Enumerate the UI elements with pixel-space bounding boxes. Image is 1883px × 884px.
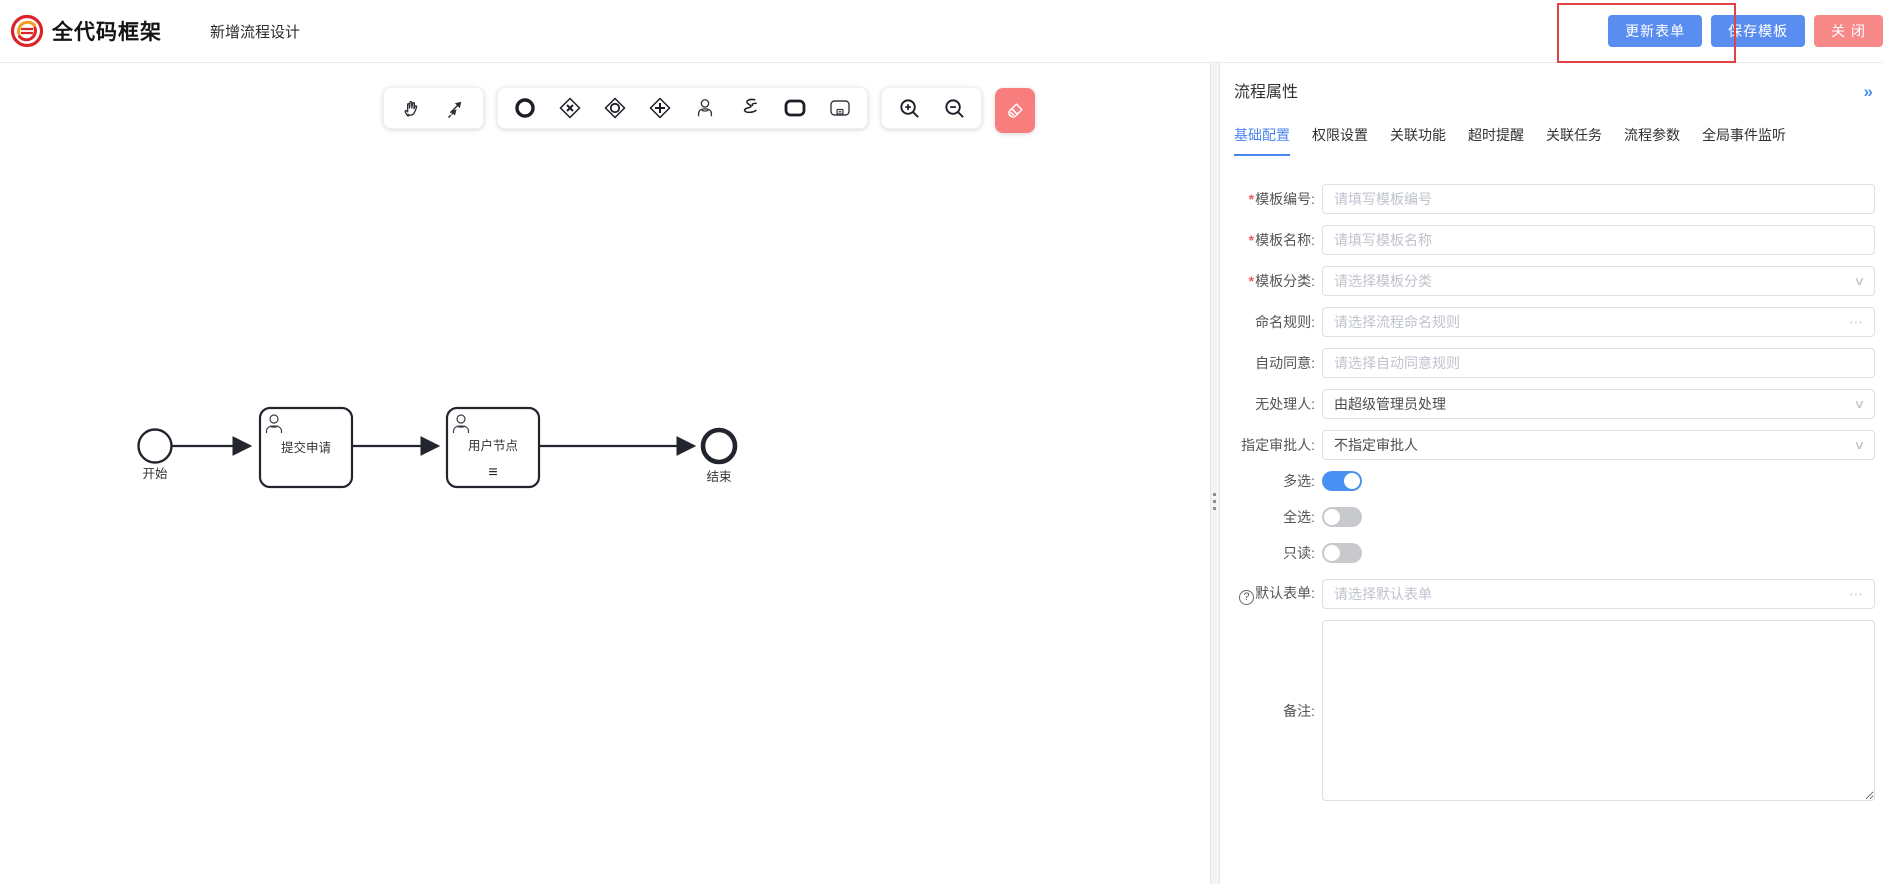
app-logo-icon: [10, 14, 44, 48]
read-only-toggle[interactable]: [1322, 543, 1362, 563]
field-label: ?默认表单:: [1234, 583, 1322, 605]
template-code-input[interactable]: [1322, 184, 1875, 214]
node-label: 提交申请: [281, 440, 331, 455]
diagram-canvas[interactable]: 开始 提交申请 用户节点: [0, 63, 1210, 884]
node-label: 用户节点: [468, 438, 518, 453]
save-template-button[interactable]: 保存模板: [1711, 15, 1805, 47]
field-label: 多选:: [1234, 471, 1322, 491]
remarks-textarea[interactable]: [1322, 620, 1875, 801]
field-label: 命名规则:: [1234, 312, 1322, 332]
chevron-down-icon: ∨: [1853, 274, 1865, 288]
assigned-approver-select[interactable]: 不指定审批人 ∨: [1322, 430, 1875, 460]
field-label: *模板名称:: [1234, 230, 1322, 250]
field-label: 备注:: [1234, 701, 1322, 721]
default-form-picker[interactable]: 请选择默认表单 ⋯: [1322, 579, 1875, 609]
multi-select-toggle[interactable]: [1322, 471, 1362, 491]
template-category-select[interactable]: 请选择模板分类 ∨: [1322, 266, 1875, 296]
node-user-task-submit[interactable]: 提交申请: [260, 408, 352, 487]
tab-global-event-listener[interactable]: 全局事件监听: [1702, 125, 1786, 156]
app-header: 全代码框架 新增流程设计 更新表单 保存模板 关 闭: [0, 0, 1883, 63]
collapse-panel-icon[interactable]: »: [1864, 83, 1873, 100]
app-name: 全代码框架: [52, 16, 162, 46]
field-label: 自动同意:: [1234, 353, 1322, 373]
field-label: *模板分类:: [1234, 271, 1322, 291]
flow-diagram: 开始 提交申请 用户节点: [0, 63, 1210, 884]
panel-title: 流程属性: [1234, 78, 1875, 102]
node-end-event[interactable]: 结束: [703, 430, 735, 484]
field-label: *模板编号:: [1234, 189, 1322, 209]
close-button[interactable]: 关 闭: [1814, 15, 1883, 47]
ellipsis-icon: ⋯: [1849, 586, 1864, 603]
multi-instance-marker-icon: ≡: [488, 464, 497, 481]
select-all-toggle[interactable]: [1322, 507, 1362, 527]
node-start-event[interactable]: 开始: [139, 430, 172, 482]
chevron-down-icon: ∨: [1853, 438, 1865, 452]
naming-rule-picker[interactable]: 请选择流程命名规则 ⋯: [1322, 307, 1875, 337]
properties-panel: 流程属性 » 基础配置 权限设置 关联功能 超时提醒 关联任务 流程参数 全局事…: [1220, 63, 1883, 884]
node-label: 结束: [706, 470, 732, 484]
chevron-down-icon: ∨: [1853, 397, 1865, 411]
panel-tabs: 基础配置 权限设置 关联功能 超时提醒 关联任务 流程参数 全局事件监听: [1234, 125, 1875, 156]
field-label: 无处理人:: [1234, 394, 1322, 414]
ellipsis-icon: ⋯: [1849, 314, 1864, 331]
tab-related-functions[interactable]: 关联功能: [1390, 125, 1446, 156]
tab-process-parameters[interactable]: 流程参数: [1624, 125, 1680, 156]
field-label: 全选:: [1234, 507, 1322, 527]
field-label: 指定审批人:: [1234, 435, 1322, 455]
auto-agree-input[interactable]: [1322, 348, 1875, 378]
field-label: 只读:: [1234, 543, 1322, 563]
tab-basic-config[interactable]: 基础配置: [1234, 125, 1290, 156]
basic-config-form: *模板编号: *模板名称: *模板分类: 请选择模板分类 ∨ 命名规则: 请选择…: [1234, 184, 1875, 801]
tab-related-tasks[interactable]: 关联任务: [1546, 125, 1602, 156]
panel-resize-handle[interactable]: [1213, 493, 1216, 510]
no-handler-select[interactable]: 由超级管理员处理 ∨: [1322, 389, 1875, 419]
tab-permission-settings[interactable]: 权限设置: [1312, 125, 1368, 156]
template-name-input[interactable]: [1322, 225, 1875, 255]
node-user-task-usernode[interactable]: 用户节点 ≡: [447, 408, 539, 487]
tab-timeout-reminder[interactable]: 超时提醒: [1468, 125, 1524, 156]
panel-resize-gutter[interactable]: [1210, 63, 1220, 884]
update-form-button[interactable]: 更新表单: [1608, 15, 1702, 47]
help-icon[interactable]: ?: [1239, 590, 1254, 605]
node-label: 开始: [142, 467, 168, 481]
page-title: 新增流程设计: [210, 21, 300, 42]
